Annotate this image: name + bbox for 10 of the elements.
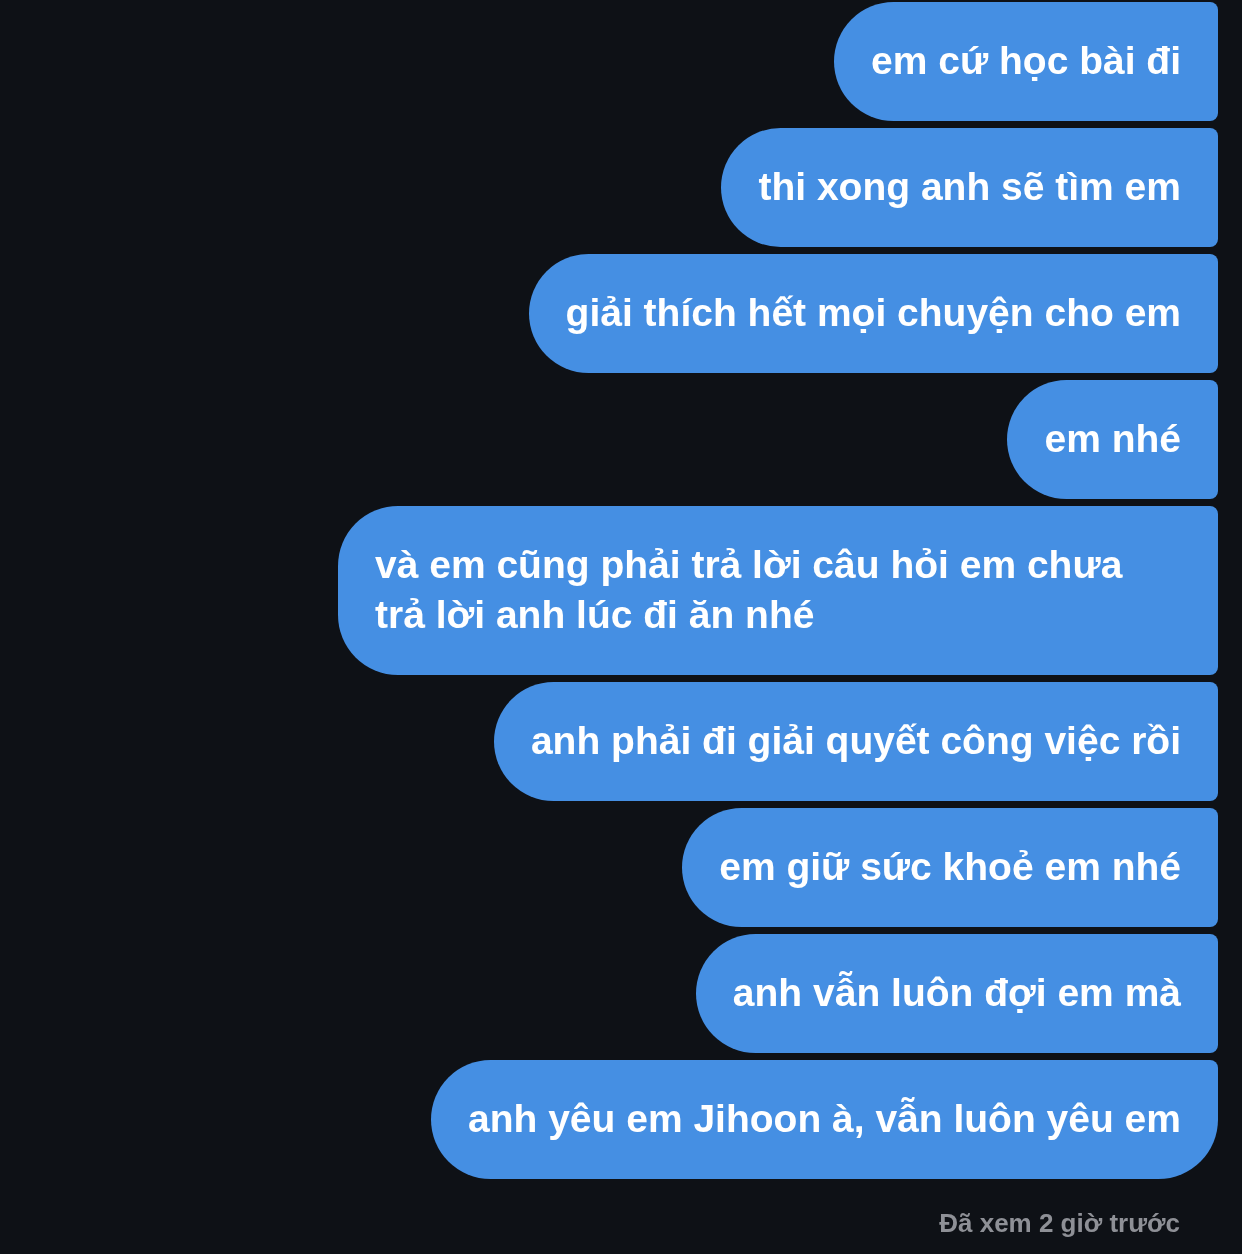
message-bubble: giải thích hết mọi chuyện cho em xyxy=(528,254,1218,373)
message-bubble: anh phải đi giải quyết công việc rồi xyxy=(493,682,1218,801)
message-bubble: và em cũng phải trả lời câu hỏi em chưa trả lời anh lúc đi ăn nhé xyxy=(338,506,1218,675)
message-bubble: em nhé xyxy=(1007,380,1218,499)
message-bubble: anh yêu em Jihoon à, vẫn luôn yêu em xyxy=(431,1060,1218,1179)
message-bubble: anh vẫn luôn đợi em mà xyxy=(695,934,1218,1053)
message-bubble: thi xong anh sẽ tìm em xyxy=(721,128,1218,247)
message-bubble: em cứ học bài đi xyxy=(834,2,1218,121)
seen-status: Đã xem 2 giờ trước xyxy=(939,1207,1180,1240)
message-bubble: em giữ sức khoẻ em nhé xyxy=(682,808,1218,927)
